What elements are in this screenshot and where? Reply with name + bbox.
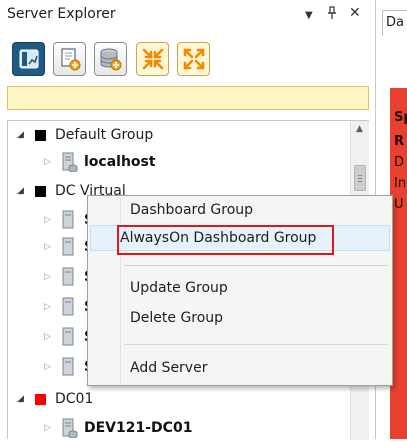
scroll-thumb[interactable] xyxy=(354,165,366,191)
server-icon xyxy=(60,418,78,439)
collapsed-triangle-icon[interactable]: ▷ xyxy=(44,242,51,252)
panel-title: Server Explorer xyxy=(7,6,116,22)
server-icon xyxy=(60,152,78,173)
collapsed-triangle-icon[interactable]: ▷ xyxy=(44,157,51,167)
server-icon xyxy=(60,237,78,257)
menu-item-add-server[interactable]: Add Server xyxy=(90,356,390,382)
group-color-square xyxy=(35,394,46,405)
add-database-button[interactable] xyxy=(94,42,127,76)
menu-item-delete-group[interactable]: Delete Group xyxy=(90,306,390,332)
collapsed-triangle-icon[interactable]: ▷ xyxy=(44,332,51,342)
close-icon[interactable]: ✕ xyxy=(349,5,361,21)
alert-text-line: Sp xyxy=(394,110,407,125)
menu-item-label: Update Group xyxy=(130,280,228,296)
group-color-square xyxy=(35,130,46,141)
scroll-up-icon[interactable]: ▲ xyxy=(356,124,363,134)
context-menu: Dashboard Group AlwaysOn Dashboard Group… xyxy=(87,195,393,386)
server-icon xyxy=(60,327,78,347)
group-label: DC01 xyxy=(55,391,94,407)
highlight-box xyxy=(117,225,334,255)
server-icon xyxy=(60,357,78,377)
server-icon xyxy=(60,297,78,317)
add-document-icon xyxy=(60,48,80,71)
tree-server[interactable]: ▷ DEV121-DC01 xyxy=(8,417,348,441)
collapse-all-button[interactable] xyxy=(136,42,169,76)
tree-server[interactable]: ▷ localhost xyxy=(8,151,348,175)
pin-icon[interactable] xyxy=(327,6,337,24)
menu-item-dashboard-group[interactable]: Dashboard Group xyxy=(90,198,390,224)
dashboard-tab[interactable]: Da xyxy=(382,10,407,36)
alert-text-line: R xyxy=(394,134,405,149)
expand-triangle-icon[interactable]: ◢ xyxy=(17,394,24,404)
collapse-arrows-icon xyxy=(142,48,163,70)
expand-triangle-icon[interactable]: ◢ xyxy=(17,186,24,196)
tree-group-default[interactable]: ◢ Default Group xyxy=(8,124,348,148)
server-icon xyxy=(60,267,78,287)
collapsed-triangle-icon[interactable]: ▷ xyxy=(44,423,51,433)
panel-header: Server Explorer ▼ ✕ xyxy=(0,0,376,29)
server-icon xyxy=(60,210,78,230)
menu-item-label: Add Server xyxy=(130,360,208,376)
filter-input[interactable] xyxy=(7,86,369,110)
server-label: localhost xyxy=(84,154,156,170)
expand-arrows-icon xyxy=(183,48,204,70)
alert-text-line: In xyxy=(394,176,407,191)
add-document-button[interactable] xyxy=(53,42,86,76)
group-color-square xyxy=(35,186,46,197)
dashboard-icon xyxy=(19,49,38,69)
collapsed-triangle-icon[interactable]: ▷ xyxy=(44,272,51,282)
collapsed-triangle-icon[interactable]: ▷ xyxy=(44,302,51,312)
expand-all-button[interactable] xyxy=(177,42,210,76)
menu-item-label: Delete Group xyxy=(130,310,224,326)
dashboard-button[interactable] xyxy=(12,42,45,76)
collapsed-triangle-icon[interactable]: ▷ xyxy=(44,362,51,372)
expand-triangle-icon[interactable]: ◢ xyxy=(17,130,24,140)
menu-separator xyxy=(124,265,388,266)
group-label: Default Group xyxy=(55,127,154,143)
collapsed-triangle-icon[interactable]: ▷ xyxy=(44,215,51,225)
server-label: DEV121-DC01 xyxy=(84,420,193,436)
menu-item-label: Dashboard Group xyxy=(130,202,254,218)
alert-text-line: D xyxy=(394,155,405,170)
pin-icon-graphic xyxy=(328,6,336,19)
panel-menu-icon[interactable]: ▼ xyxy=(305,8,313,24)
menu-item-update-group[interactable]: Update Group xyxy=(90,276,390,302)
add-database-icon xyxy=(100,48,121,71)
menu-separator xyxy=(124,344,388,345)
alert-text-line: U xyxy=(394,197,404,212)
tree-group-dc01[interactable]: ◢ DC01 xyxy=(8,388,348,412)
